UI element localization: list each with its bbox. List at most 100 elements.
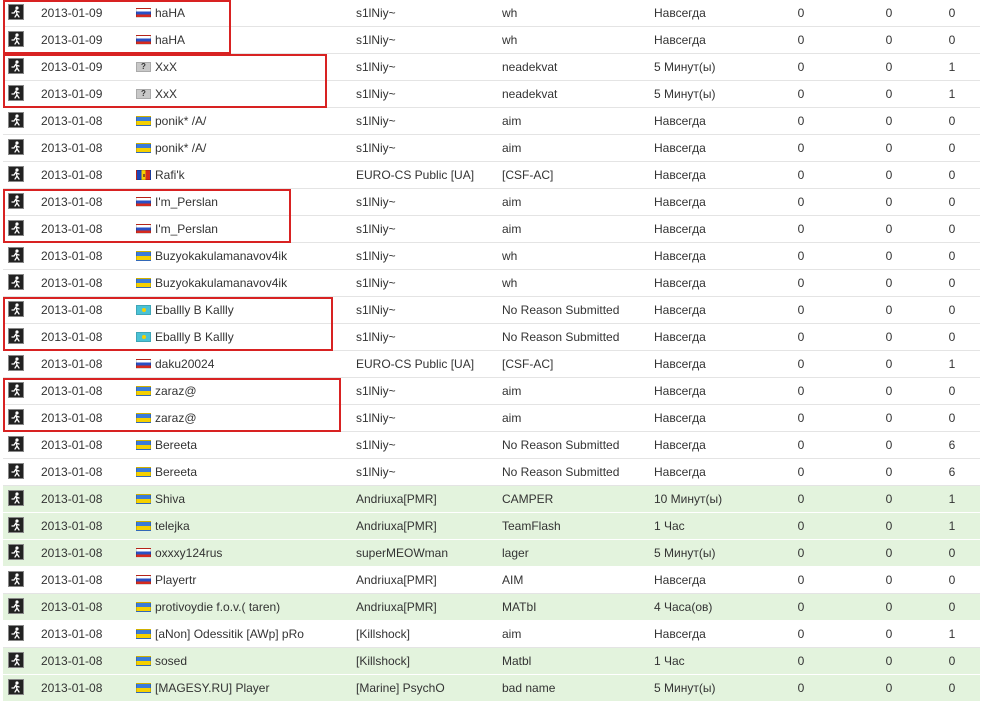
- ban-row[interactable]: 2013-01-08 daku20024 EURO-CS Public [UA] [C…: [3, 351, 980, 378]
- player-name-cell[interactable]: Bereeta: [136, 432, 346, 458]
- ban-date: 2013-01-08: [41, 411, 103, 425]
- player-name[interactable]: Buzyokakulamanavov4ik: [155, 276, 287, 290]
- player-name-cell[interactable]: sosed: [136, 648, 346, 674]
- player-name-cell[interactable]: [aNon] Odessitik [AWp] pRo: [136, 621, 346, 647]
- player-name-cell[interactable]: ? XxX: [136, 81, 346, 107]
- ban-row[interactable]: 2013-01-08 ponik* /A/s1lNiy~ aim Навсегда 0 0…: [3, 135, 980, 162]
- ban-date: 2013-01-09: [41, 6, 103, 20]
- player-name-cell[interactable]: protivoydie f.o.v.( taren): [136, 594, 346, 620]
- player-name[interactable]: sosed: [155, 654, 187, 668]
- player-name-cell[interactable]: Playertr: [136, 567, 346, 593]
- player-name[interactable]: ponik* /A/: [155, 114, 206, 128]
- player-name[interactable]: Eballly B Kallly: [155, 330, 234, 344]
- ban-row[interactable]: 2013-01-09? XxX s1lNiy~ neadekvat 5 Минут(ы)…: [3, 54, 980, 81]
- player-name[interactable]: [aNon] Odessitik [AWp] pRo: [155, 627, 304, 641]
- player-name-cell[interactable]: [MAGESY.RU] Player: [136, 675, 346, 701]
- player-name[interactable]: protivoydie f.o.v.( taren): [155, 600, 280, 614]
- ban-row[interactable]: 2013-01-08 zaraz@ s1lNiy~ aim Навсегда 0 0 0: [3, 405, 980, 432]
- player-name-cell[interactable]: Eballly B Kallly: [136, 297, 346, 323]
- ban-row[interactable]: 2013-01-08 telejka Andriuxa[PMR] TeamFlash 1…: [3, 513, 980, 540]
- player-name[interactable]: zaraz@: [155, 384, 197, 398]
- flag-md-icon: [136, 170, 151, 180]
- ban-row[interactable]: 2013-01-08 protivoydie f.o.v.( taren) Andr…: [3, 594, 980, 621]
- player-name[interactable]: I'm_Perslan: [155, 195, 218, 209]
- player-name[interactable]: oxxxy124rus: [155, 546, 222, 560]
- player-name-cell[interactable]: zaraz@: [136, 405, 346, 431]
- player-name[interactable]: Bereeta: [155, 438, 197, 452]
- ban-row[interactable]: 2013-01-08 Eballly B Kallly s1lNiy~ No Reas…: [3, 324, 980, 351]
- ban-row[interactable]: 2013-01-08 [aNon] Odessitik [AWp] pRo [Kil…: [3, 621, 980, 648]
- player-name[interactable]: XxX: [155, 60, 177, 74]
- flag-ua-icon: [136, 278, 151, 288]
- ban-row[interactable]: 2013-01-08 Shiva Andriuxa[PMR] CAMPER 10 Мин…: [3, 486, 980, 513]
- count-3: 0: [948, 654, 956, 668]
- player-name[interactable]: Rafi'k: [155, 168, 185, 182]
- player-name[interactable]: Playertr: [155, 573, 196, 587]
- player-name-cell[interactable]: I'm_Perslan: [136, 189, 346, 215]
- player-name-cell[interactable]: haHA: [136, 27, 346, 53]
- ban-row[interactable]: 2013-01-09? XxX s1lNiy~ neadekvat 5 Минут(ы)…: [3, 81, 980, 108]
- ban-row[interactable]: 2013-01-08 [MAGESY.RU] Player [Marine] Psy…: [3, 675, 980, 702]
- player-name-cell[interactable]: ? XxX: [136, 54, 346, 80]
- player-name[interactable]: Eballly B Kallly: [155, 303, 234, 317]
- player-name-cell[interactable]: I'm_Perslan: [136, 216, 346, 242]
- ban-length: Навсегда: [654, 249, 706, 263]
- ban-row[interactable]: 2013-01-08 Buzyokakulamanavov4ik s1lNiy~ wh…: [3, 270, 980, 297]
- player-name-cell[interactable]: ponik* /A/: [136, 108, 346, 134]
- player-name-cell[interactable]: ponik* /A/: [136, 135, 346, 161]
- ban-row[interactable]: 2013-01-08 ponik* /A/s1lNiy~ aim Навсегда 0 0…: [3, 108, 980, 135]
- player-name[interactable]: haHA: [155, 33, 185, 47]
- ban-reason: aim: [502, 627, 522, 641]
- player-name[interactable]: Bereeta: [155, 465, 197, 479]
- ban-row[interactable]: 2013-01-08 Bereeta s1lNiy~ No Reason Submit…: [3, 432, 980, 459]
- ban-length: Навсегда: [654, 303, 706, 317]
- player-name[interactable]: [MAGESY.RU] Player: [155, 681, 269, 695]
- player-name[interactable]: daku20024: [155, 357, 214, 371]
- ban-length: Навсегда: [654, 573, 706, 587]
- player-name-cell[interactable]: Buzyokakulamanavov4ik: [136, 270, 346, 296]
- ban-row[interactable]: 2013-01-08 I'm_Perslan s1lNiy~ aim Навсегда 0…: [3, 189, 980, 216]
- ban-list-table: 2013-01-09 haHA s1lNiy~ wh Навсегда 0 0 0 2013-0…: [3, 0, 980, 702]
- player-name[interactable]: haHA: [155, 6, 185, 20]
- ban-row[interactable]: 2013-01-08 Playertr Andriuxa[PMR] AIM Навсег…: [3, 567, 980, 594]
- ban-row[interactable]: 2013-01-08 Eballly B Kallly s1lNiy~ No Reas…: [3, 297, 980, 324]
- ban-row[interactable]: 2013-01-08 I'm_Perslan s1lNiy~ aim Навсегда 0…: [3, 216, 980, 243]
- admin-name: superMEOWman: [356, 546, 449, 560]
- player-name[interactable]: Shiva: [155, 492, 185, 506]
- game-icon-cell: [7, 135, 25, 161]
- ban-reason: aim: [502, 222, 522, 236]
- player-name-cell[interactable]: Eballly B Kallly: [136, 324, 346, 350]
- ban-reason: No Reason Submitted: [502, 330, 620, 344]
- ban-row[interactable]: 2013-01-08 sosed [Killshock] Matbl 1 Час 0 0 0: [3, 648, 980, 675]
- ban-row[interactable]: 2013-01-08 Buzyokakulamanavov4ik s1lNiy~ wh…: [3, 243, 980, 270]
- player-name[interactable]: I'm_Perslan: [155, 222, 218, 236]
- ban-length: 5 Минут(ы): [654, 546, 716, 560]
- player-name-cell[interactable]: Shiva: [136, 486, 346, 512]
- player-name-cell[interactable]: zaraz@: [136, 378, 346, 404]
- player-name[interactable]: telejka: [155, 519, 190, 533]
- player-name[interactable]: zaraz@: [155, 411, 197, 425]
- ban-row[interactable]: 2013-01-08 oxxxy124rus superMEOWman lager 5 …: [3, 540, 980, 567]
- count-3: 1: [948, 87, 956, 101]
- player-name[interactable]: Buzyokakulamanavov4ik: [155, 249, 287, 263]
- ban-row[interactable]: 2013-01-09 haHA s1lNiy~ wh Навсегда 0 0 0: [3, 27, 980, 54]
- ban-length: Навсегда: [654, 195, 706, 209]
- ban-row[interactable]: 2013-01-08 Rafi'k EURO-CS Public [UA] [CSF-…: [3, 162, 980, 189]
- game-icon-cell: [7, 459, 25, 485]
- player-name-cell[interactable]: Bereeta: [136, 459, 346, 485]
- player-name-cell[interactable]: Rafi'k: [136, 162, 346, 188]
- game-icon-cell: [7, 162, 25, 188]
- ban-row[interactable]: 2013-01-08 Bereeta s1lNiy~ No Reason Submit…: [3, 459, 980, 486]
- player-name[interactable]: XxX: [155, 87, 177, 101]
- count-1: 0: [797, 573, 805, 587]
- count-2: 0: [885, 195, 893, 209]
- player-name-cell[interactable]: telejka: [136, 513, 346, 539]
- ban-row[interactable]: 2013-01-08 zaraz@ s1lNiy~ aim Навсегда 0 0 0: [3, 378, 980, 405]
- player-name-cell[interactable]: Buzyokakulamanavov4ik: [136, 243, 346, 269]
- ban-row[interactable]: 2013-01-09 haHA s1lNiy~ wh Навсегда 0 0 0: [3, 0, 980, 27]
- player-name-cell[interactable]: oxxxy124rus: [136, 540, 346, 566]
- player-name[interactable]: ponik* /A/: [155, 141, 206, 155]
- player-name-cell[interactable]: haHA: [136, 0, 346, 26]
- count-2: 0: [885, 141, 893, 155]
- player-name-cell[interactable]: daku20024: [136, 351, 346, 377]
